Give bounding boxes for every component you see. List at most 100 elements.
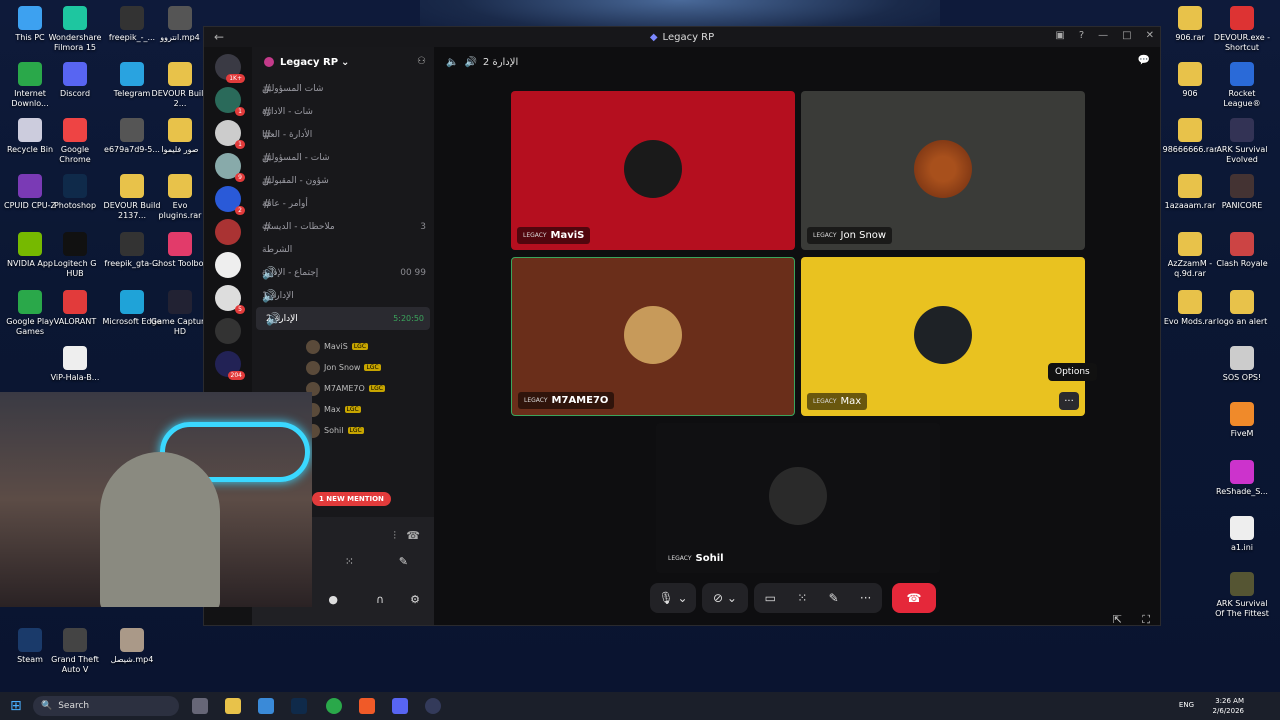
brave-icon[interactable] xyxy=(359,698,375,714)
desktop-icon[interactable]: ReShade_S... xyxy=(1212,460,1272,497)
desktop-icon[interactable]: Evo Mods.rar xyxy=(1160,290,1220,327)
video-tile-m7ame7o[interactable]: LEGACY M7AME7O xyxy=(511,257,795,416)
help-icon[interactable]: ? xyxy=(1079,30,1084,41)
task-view-icon[interactable] xyxy=(192,698,208,714)
server-header[interactable]: Legacy RP ⌄ ⚇ xyxy=(252,47,434,77)
text-channel[interactable]: # شؤون - المقبولين xyxy=(252,169,434,192)
server-icon[interactable]: 204 xyxy=(215,351,245,380)
desktop-icon[interactable]: ARK Survival Of The Fittest xyxy=(1212,572,1272,619)
desktop-icon[interactable]: صور فليموا xyxy=(150,118,210,155)
desktop-icon[interactable]: logo an alert xyxy=(1212,290,1272,327)
desktop-icon[interactable]: DEVOUR Build 2... xyxy=(150,62,210,109)
close-button[interactable]: ✕ xyxy=(1146,30,1154,41)
server-icon[interactable]: 5 xyxy=(215,285,245,314)
text-channel[interactable]: # الأدارة - العليا xyxy=(252,123,434,146)
fullscreen-icon[interactable]: ⛶ xyxy=(1142,613,1150,627)
video-tile-jon-snow[interactable]: LEGACY Jon Snow xyxy=(801,91,1085,250)
soundboard-icon[interactable]: ✎ xyxy=(829,591,839,605)
desktop-icon[interactable]: انتروو.mp4 xyxy=(150,6,210,43)
disconnect-icon[interactable]: ☎ xyxy=(406,529,420,542)
desktop-icon[interactable]: 1azaaam.rar xyxy=(1160,174,1220,211)
server-icon[interactable] xyxy=(215,219,241,245)
soundboard-icon[interactable]: ✎ xyxy=(399,555,408,568)
voice-channel[interactable]: 🔊 الإدارة 1 xyxy=(252,284,434,307)
server-icon[interactable]: 1 xyxy=(215,120,245,149)
desktop-icon[interactable]: 906.rar xyxy=(1160,6,1220,43)
desktop-icon[interactable]: SOS OPS! xyxy=(1212,346,1272,383)
video-tile-max[interactable]: LEGACY Max ··· xyxy=(801,257,1085,416)
desktop-icon[interactable]: Ghost Toolbox xyxy=(150,232,210,269)
taskbar-search[interactable]: 🔍 Search xyxy=(33,696,179,716)
back-arrow-icon[interactable]: ← xyxy=(214,30,224,44)
inbox-icon[interactable]: ▣ xyxy=(1055,30,1064,41)
server-icon[interactable] xyxy=(215,318,241,344)
text-channel[interactable]: # شات - الادارة xyxy=(252,100,434,123)
mute-toggle[interactable]: 🎙 ⌄ xyxy=(650,583,696,613)
channel-category[interactable]: الشرطة xyxy=(252,238,434,261)
desktop-icon[interactable]: AzZzamM - q.9d.rar xyxy=(1160,232,1220,279)
activities-icon[interactable]: ⁙ xyxy=(345,555,354,568)
activities-icon[interactable]: ⁙ xyxy=(797,591,807,605)
more-icon[interactable]: ··· xyxy=(860,591,871,605)
desktop-icon[interactable]: Wondershare Filmora 15 xyxy=(45,6,105,53)
desktop-icon[interactable]: ARK Survival Evolved xyxy=(1212,118,1272,165)
text-channel[interactable]: # شات - المسؤولين xyxy=(252,146,434,169)
desktop-icon[interactable]: PANICORE xyxy=(1212,174,1272,211)
chat-icon[interactable]: 💬 xyxy=(1138,55,1150,66)
desktop-icon[interactable]: Game Capture HD xyxy=(150,290,210,337)
desktop-icon[interactable]: Google Chrome xyxy=(45,118,105,165)
desktop-icon[interactable]: VALORANT xyxy=(45,290,105,327)
app-taskbar-icon[interactable] xyxy=(425,698,441,714)
new-mention-pill[interactable]: 1 NEW MENTION xyxy=(312,492,391,506)
noise-suppression-icon[interactable]: ⫶ xyxy=(393,529,396,543)
desktop-icon[interactable]: Rocket League® xyxy=(1212,62,1272,109)
tile-options-button[interactable]: ··· xyxy=(1059,392,1079,410)
desktop-icon[interactable]: Grand Theft Auto V xyxy=(45,628,105,675)
desktop-icon[interactable]: 98666666.rar xyxy=(1160,118,1220,155)
popout-icon[interactable]: ⇱ xyxy=(1113,613,1122,626)
camera-toggle[interactable]: ⊘ ⌄ xyxy=(702,583,748,613)
desktop-icon[interactable]: a1.ini xyxy=(1212,516,1272,553)
server-icon[interactable] xyxy=(215,252,241,278)
desktop-icon[interactable]: شيصل.mp4 xyxy=(102,628,162,665)
desktop-icon[interactable]: Clash Royale xyxy=(1212,232,1272,269)
whatsapp-icon[interactable] xyxy=(326,698,342,714)
desktop-icon[interactable]: Logitech G HUB xyxy=(45,232,105,279)
store-icon[interactable] xyxy=(258,698,274,714)
voice-user[interactable]: MaviS LGC xyxy=(252,336,434,357)
maximize-button[interactable]: □ xyxy=(1122,30,1131,41)
desktop-icon[interactable]: Photoshop xyxy=(45,174,105,211)
file-explorer-icon[interactable] xyxy=(225,698,241,714)
server-icon[interactable]: 9 xyxy=(215,153,245,182)
text-channel[interactable]: # شات المسؤولين xyxy=(252,77,434,100)
headphones-icon[interactable]: ∩ xyxy=(376,593,384,606)
microphone-icon[interactable]: ● xyxy=(328,593,338,606)
desktop-icon[interactable]: ViP-Hala-B... xyxy=(45,346,105,383)
text-channel[interactable]: # أوامر - عامة xyxy=(252,192,434,215)
desktop-icon[interactable]: DEVOUR.exe - Shortcut xyxy=(1212,6,1272,53)
system-clock[interactable]: 3:26 AM 2/6/2026 xyxy=(1213,696,1244,716)
add-member-icon[interactable]: ⚇ xyxy=(417,56,426,67)
windows-start-icon[interactable]: ⊞ xyxy=(10,698,22,714)
screen-share-button[interactable]: ▭ ⁙ ✎ ··· xyxy=(754,583,882,613)
server-icon[interactable]: 1 xyxy=(215,87,245,116)
voice-channel[interactable]: 🔊 الإدارة 2 5:20:50 xyxy=(256,307,430,330)
video-tile-sohil[interactable]: LEGACY Sohil xyxy=(656,423,940,573)
minimize-button[interactable]: — xyxy=(1098,30,1108,41)
settings-gear-icon[interactable]: ⚙ xyxy=(410,593,420,606)
video-tile-mavis[interactable]: LEGACY MaviS xyxy=(511,91,795,250)
server-icon[interactable]: 1K+ xyxy=(215,54,245,83)
desktop-icon[interactable]: Evo plugins.rar xyxy=(150,174,210,221)
server-icon[interactable]: 2 xyxy=(215,186,245,215)
desktop-icon[interactable]: 906 xyxy=(1160,62,1220,99)
voice-user[interactable]: Jon Snow LGC xyxy=(252,357,434,378)
screen-share-icon[interactable]: ▭ xyxy=(765,591,776,605)
discord-taskbar-icon[interactable] xyxy=(392,698,408,714)
voice-channel[interactable]: 🔊 إجتماع - الإدارة 00 99 xyxy=(252,261,434,284)
photoshop-taskbar-icon[interactable] xyxy=(291,698,307,714)
desktop-icon[interactable]: FiveM xyxy=(1212,402,1272,439)
desktop-icon[interactable]: Discord xyxy=(45,62,105,99)
text-channel[interactable]: # ملاحظات - الديست 3 xyxy=(252,215,434,238)
language-indicator[interactable]: ENG xyxy=(1179,701,1194,709)
hang-up-button[interactable]: ☎ xyxy=(892,583,936,613)
